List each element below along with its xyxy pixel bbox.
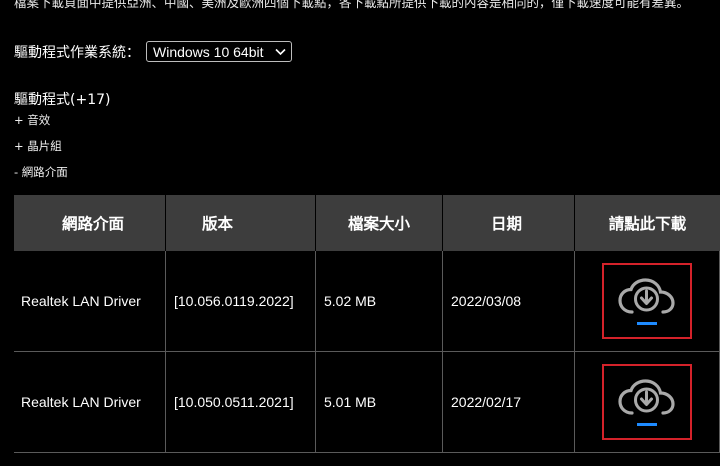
driver-size: 5.02 MB xyxy=(316,251,443,351)
download-button[interactable] xyxy=(602,364,692,440)
table-header: 網路介面 版本 檔案大小 日期 請點此下載 xyxy=(14,195,720,251)
header-version: 版本 xyxy=(166,195,316,251)
os-select[interactable]: Windows 10 64bit xyxy=(146,41,292,62)
download-indicator xyxy=(637,422,657,426)
header-lan: 網路介面 xyxy=(14,195,166,251)
driver-size: 5.01 MB xyxy=(316,352,443,452)
cloud-download-icon xyxy=(618,277,676,319)
os-label: 驅動程式作業系統： xyxy=(14,44,140,61)
driver-version: [10.056.0119.2022] xyxy=(166,251,316,351)
download-indicator xyxy=(637,321,657,325)
download-notice: 檔案下載頁面中提供亞洲、中國、美洲及歐洲四個下載點，各下載點所提供下載的內容是相… xyxy=(14,0,690,10)
category-audio[interactable]: + 音效 xyxy=(14,112,50,128)
table-row: Realtek LAN Driver [10.056.0119.2022] 5.… xyxy=(14,251,720,352)
category-chipset[interactable]: + 晶片組 xyxy=(14,138,62,154)
drivers-title: 驅動程式(+17) xyxy=(14,92,111,108)
download-button[interactable] xyxy=(602,263,692,339)
os-selector-row: 驅動程式作業系統： Windows 10 64bit xyxy=(14,41,292,62)
header-date: 日期 xyxy=(443,195,575,251)
driver-name: Realtek LAN Driver xyxy=(14,352,166,452)
driver-date: 2022/02/17 xyxy=(443,352,575,452)
cloud-download-icon xyxy=(618,378,676,420)
download-cell xyxy=(575,251,720,351)
table-row: Realtek LAN Driver [10.050.0511.2021] 5.… xyxy=(14,352,720,453)
os-select-value: Windows 10 64bit xyxy=(153,43,264,60)
driver-version: [10.050.0511.2021] xyxy=(166,352,316,452)
header-download: 請點此下載 xyxy=(608,215,687,233)
category-lan[interactable]: - 網路介面 xyxy=(14,164,68,180)
driver-table: 網路介面 版本 檔案大小 日期 請點此下載 Realtek LAN Driver… xyxy=(14,195,720,453)
driver-name: Realtek LAN Driver xyxy=(14,251,166,351)
chevron-down-icon xyxy=(275,48,286,56)
driver-date: 2022/03/08 xyxy=(443,251,575,351)
download-cell xyxy=(575,352,720,452)
header-size: 檔案大小 xyxy=(316,195,443,251)
